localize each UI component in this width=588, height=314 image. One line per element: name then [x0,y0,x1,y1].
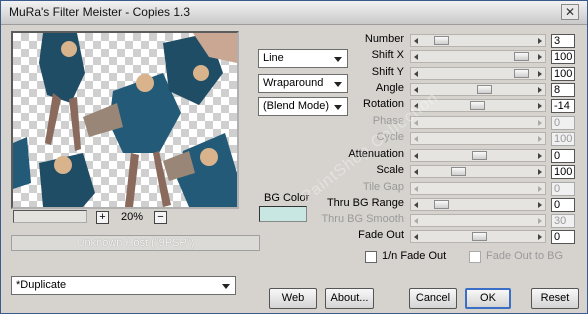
param-slider [410,132,546,145]
reset-button[interactable]: Reset [531,288,579,309]
chevron-left-icon[interactable] [414,234,418,240]
chevron-left-icon[interactable] [414,169,418,175]
param-slider [410,182,546,195]
param-label: Number [364,33,404,45]
figure-copy [39,33,85,151]
chevron-right-icon[interactable] [538,103,542,109]
host-status: Unknown Host ("9PSP") [11,235,260,251]
param-label: Shift X [371,49,404,61]
chevron-left-icon[interactable] [414,54,418,60]
zoom-in-button[interactable]: + [96,211,109,224]
param-label: Shift Y [371,66,404,78]
param-value-field[interactable]: -14 [551,99,575,113]
param-slider[interactable] [410,198,546,211]
figure-copy [83,73,181,207]
preset-select[interactable]: *Duplicate [11,276,236,295]
preset-select-value: *Duplicate [16,279,67,291]
fade-1n-label: 1/n Fade Out [382,250,447,262]
chevron-left-icon[interactable] [414,202,418,208]
chevron-right-icon[interactable] [538,87,542,93]
figure-copy [13,137,95,207]
bg-color-swatch[interactable] [259,206,307,222]
param-value-field[interactable]: 8 [551,83,575,97]
param-slider[interactable] [410,149,546,162]
chevron-left-icon[interactable] [414,71,418,77]
fade-to-bg-label: Fade Out to BG [486,250,564,262]
window-title: MuRa's Filter Meister - Copies 1.3 [9,5,191,19]
chevron-right-icon[interactable] [538,38,542,44]
slider-thumb[interactable] [434,36,450,45]
chevron-left-icon [414,218,418,224]
checkbox-box[interactable] [469,251,481,263]
param-value-field: 30 [551,214,575,228]
close-button[interactable]: ✕ [561,4,579,20]
figure-copy [163,33,237,105]
param-value-field[interactable]: 0 [551,230,575,244]
param-label: Thru BG Smooth [321,213,404,225]
slider-thumb[interactable] [471,151,487,160]
param-value-field[interactable]: 100 [551,165,575,179]
chevron-right-icon [538,186,542,192]
slider-thumb[interactable] [513,69,529,78]
chevron-right-icon[interactable] [538,71,542,77]
chevron-right-icon [538,136,542,142]
slider-thumb[interactable] [470,101,486,110]
chevron-left-icon [414,186,418,192]
param-value-field: 100 [551,132,575,146]
zoom-track[interactable] [13,210,87,223]
chevron-right-icon[interactable] [538,153,542,159]
param-value-field[interactable]: 3 [551,34,575,48]
chevron-left-icon[interactable] [414,38,418,44]
chevron-down-icon [222,284,230,289]
title-bar[interactable]: MuRa's Filter Meister - Copies 1.3 ✕ [1,1,587,25]
plugin-window: MuRa's Filter Meister - Copies 1.3 ✕ + 2… [0,0,588,314]
chevron-right-icon[interactable] [538,202,542,208]
param-slider [410,116,546,129]
param-value-field: 0 [551,116,575,130]
figure-copy [163,133,237,207]
param-value-field[interactable]: 0 [551,149,575,163]
param-value-field[interactable]: 100 [551,50,575,64]
slider-thumb[interactable] [476,85,492,94]
zoom-level: 20% [121,211,144,223]
preview-image [13,33,237,207]
chevron-left-icon [414,136,418,142]
param-slider[interactable] [410,67,546,80]
ok-button[interactable]: OK [465,288,511,309]
preview-canvas[interactable] [11,31,239,209]
mode-select-value: Line [263,52,284,64]
slider-thumb[interactable] [513,52,529,61]
slider-thumb[interactable] [451,167,467,176]
chevron-right-icon[interactable] [538,234,542,240]
zoom-out-button[interactable]: − [154,211,167,224]
param-value-field[interactable]: 0 [551,198,575,212]
param-slider[interactable] [410,165,546,178]
chevron-right-icon[interactable] [538,169,542,175]
chevron-left-icon[interactable] [414,153,418,159]
slider-thumb[interactable] [471,232,487,241]
web-button[interactable]: Web [269,288,317,309]
param-value-field: 0 [551,182,575,196]
param-slider[interactable] [410,34,546,47]
param-label: Rotation [363,98,404,110]
slider-thumb[interactable] [434,200,450,209]
chevron-right-icon [538,120,542,126]
checkbox-box[interactable] [365,251,377,263]
chevron-left-icon[interactable] [414,87,418,93]
param-slider[interactable] [410,230,546,243]
param-slider[interactable] [410,50,546,63]
chevron-right-icon [538,218,542,224]
about-button[interactable]: About... [325,288,374,309]
param-label: Angle [375,82,404,94]
cancel-button[interactable]: Cancel [409,288,457,309]
chevron-right-icon[interactable] [538,54,542,60]
param-slider [410,214,546,227]
param-value-field[interactable]: 100 [551,67,575,81]
param-label: Fade Out [358,229,404,241]
